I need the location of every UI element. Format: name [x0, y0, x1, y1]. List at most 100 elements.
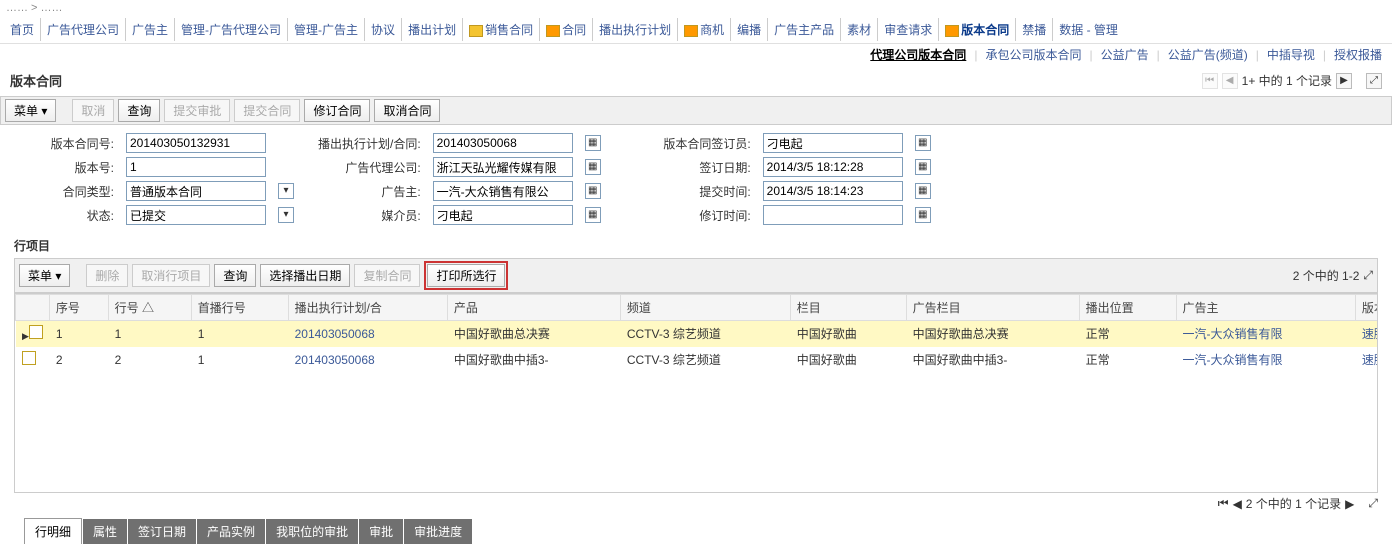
- delete-button: 删除: [86, 264, 128, 287]
- label-ver-no: 版本号:: [10, 155, 120, 179]
- input-advertiser[interactable]: [433, 181, 573, 201]
- menu-button[interactable]: 菜单: [19, 264, 70, 287]
- nav-tab[interactable]: 广告主: [126, 18, 175, 41]
- next-page-icon[interactable]: ▶: [1336, 73, 1352, 89]
- query-button[interactable]: 查询: [118, 99, 160, 122]
- query-button[interactable]: 查询: [214, 264, 256, 287]
- label-agency: 广告代理公司:: [312, 155, 427, 179]
- label-advertiser: 广告主:: [312, 179, 427, 203]
- input-submit-time[interactable]: [763, 181, 903, 201]
- cell: 中国好歌曲中插3-: [906, 347, 1079, 373]
- column-header[interactable]: 行号 △: [108, 295, 191, 321]
- detail-tab[interactable]: 审批进度: [404, 519, 472, 544]
- input-ver-no[interactable]: [126, 157, 266, 177]
- detail-tab[interactable]: 产品实例: [197, 519, 265, 544]
- picker-icon[interactable]: ▦: [585, 183, 601, 199]
- column-header[interactable]: 广告栏目: [906, 295, 1079, 321]
- cancel-button: 取消: [72, 99, 114, 122]
- input-status[interactable]: [126, 205, 266, 225]
- line-items-grid[interactable]: 序号行号 △首播行号播出执行计划/合产品频道栏目广告栏目播出位置广告主版本标题素…: [14, 293, 1378, 493]
- calendar-icon[interactable]: ▦: [915, 207, 931, 223]
- nav-tab[interactable]: 协议: [365, 18, 402, 41]
- input-sign-date[interactable]: [763, 157, 903, 177]
- top-nav: 首页广告代理公司广告主管理-广告代理公司管理-广告主协议播出计划销售合同合同播出…: [0, 16, 1392, 44]
- first-page-icon[interactable]: ⏮: [1202, 73, 1218, 89]
- cell: 正常: [1079, 321, 1176, 347]
- subnav-link[interactable]: 公益广告: [1097, 48, 1153, 62]
- column-header[interactable]: 首播行号: [191, 295, 288, 321]
- picker-icon[interactable]: ▦: [915, 135, 931, 151]
- subnav-link[interactable]: 授权报播: [1330, 48, 1386, 62]
- nav-icon: [684, 25, 698, 37]
- detail-tab[interactable]: 签订日期: [128, 519, 196, 544]
- input-contract-no[interactable]: [126, 133, 266, 153]
- prev-page-icon[interactable]: ◀: [1233, 497, 1242, 511]
- first-page-icon[interactable]: ⏮: [1218, 496, 1229, 511]
- label-media-buyer: 媒介员:: [312, 203, 427, 227]
- input-exec-plan[interactable]: [433, 133, 573, 153]
- print-selected-button[interactable]: 打印所选行: [427, 264, 505, 287]
- table-row[interactable]: 221201403050068中国好歌曲中插3-CCTV-3 综艺频道中国好歌曲…: [16, 347, 1379, 373]
- column-header[interactable]: 栏目: [790, 295, 906, 321]
- calendar-icon[interactable]: ▦: [915, 183, 931, 199]
- cell: 一汽-大众销售有限: [1176, 347, 1355, 373]
- nav-tab[interactable]: 广告主产品: [768, 18, 841, 41]
- nav-tab[interactable]: 版本合同: [939, 18, 1016, 41]
- nav-tab[interactable]: 首页: [4, 18, 41, 41]
- label-revise-time: 修订时间:: [647, 203, 757, 227]
- nav-tab[interactable]: 管理-广告主: [288, 18, 365, 41]
- dropdown-icon[interactable]: ▾: [278, 183, 294, 199]
- expand-icon[interactable]: ⤢: [1363, 268, 1373, 283]
- nav-tab[interactable]: 禁播: [1016, 18, 1053, 41]
- nav-tab[interactable]: 编播: [731, 18, 768, 41]
- column-header[interactable]: 播出位置: [1079, 295, 1176, 321]
- subnav-link[interactable]: 承包公司版本合同: [981, 48, 1085, 62]
- input-agency[interactable]: [433, 157, 573, 177]
- column-header[interactable]: 版本标题: [1355, 295, 1378, 321]
- picker-icon[interactable]: ▦: [585, 135, 601, 151]
- subnav-link[interactable]: 中插导视: [1263, 48, 1319, 62]
- nav-tab[interactable]: 广告代理公司: [41, 18, 126, 41]
- column-header[interactable]: 频道: [620, 295, 790, 321]
- subnav-link[interactable]: 代理公司版本合同: [866, 48, 970, 62]
- picker-icon[interactable]: ▦: [585, 207, 601, 223]
- cell: 中国好歌曲: [790, 347, 906, 373]
- nav-tab[interactable]: 播出执行计划: [593, 18, 678, 41]
- input-signer[interactable]: [763, 133, 903, 153]
- column-header[interactable]: 序号: [49, 295, 108, 321]
- detail-tab[interactable]: 属性: [83, 519, 127, 544]
- label-sign-date: 签订日期:: [647, 155, 757, 179]
- expand-icon[interactable]: ⤢: [1366, 73, 1382, 89]
- nav-tab[interactable]: 商机: [678, 18, 731, 41]
- nav-tab[interactable]: 合同: [540, 18, 593, 41]
- nav-tab[interactable]: 管理-广告代理公司: [175, 18, 288, 41]
- cancel-contract-button[interactable]: 取消合同: [374, 99, 440, 122]
- cell: 1: [191, 321, 288, 347]
- detail-tab[interactable]: 行明细: [24, 518, 82, 544]
- input-media-buyer[interactable]: [433, 205, 573, 225]
- input-ctype[interactable]: [126, 181, 266, 201]
- pick-date-button[interactable]: 选择播出日期: [260, 264, 350, 287]
- label-ctype: 合同类型:: [10, 179, 120, 203]
- column-header[interactable]: 播出执行计划/合: [288, 295, 447, 321]
- calendar-icon[interactable]: ▦: [915, 159, 931, 175]
- nav-tab[interactable]: 数据 - 管理: [1053, 18, 1124, 41]
- dropdown-icon[interactable]: ▾: [278, 207, 294, 223]
- subnav-link[interactable]: 公益广告(频道): [1164, 48, 1252, 62]
- menu-button[interactable]: 菜单: [5, 99, 56, 122]
- picker-icon[interactable]: ▦: [585, 159, 601, 175]
- nav-tab[interactable]: 审查请求: [878, 18, 939, 41]
- next-page-icon[interactable]: ▶: [1345, 497, 1354, 511]
- revise-contract-button[interactable]: 修订合同: [304, 99, 370, 122]
- prev-page-icon[interactable]: ◀: [1222, 73, 1238, 89]
- column-header[interactable]: 产品: [447, 295, 620, 321]
- table-row[interactable]: ▶111201403050068中国好歌曲总决赛CCTV-3 综艺频道中国好歌曲…: [16, 321, 1379, 347]
- detail-tab[interactable]: 审批: [359, 519, 403, 544]
- input-revise-time[interactable]: [763, 205, 903, 225]
- expand-icon[interactable]: ⤢: [1368, 496, 1378, 511]
- nav-tab[interactable]: 销售合同: [463, 18, 540, 41]
- column-header[interactable]: 广告主: [1176, 295, 1355, 321]
- nav-tab[interactable]: 素材: [841, 18, 878, 41]
- detail-tab[interactable]: 我职位的审批: [266, 519, 358, 544]
- nav-tab[interactable]: 播出计划: [402, 18, 463, 41]
